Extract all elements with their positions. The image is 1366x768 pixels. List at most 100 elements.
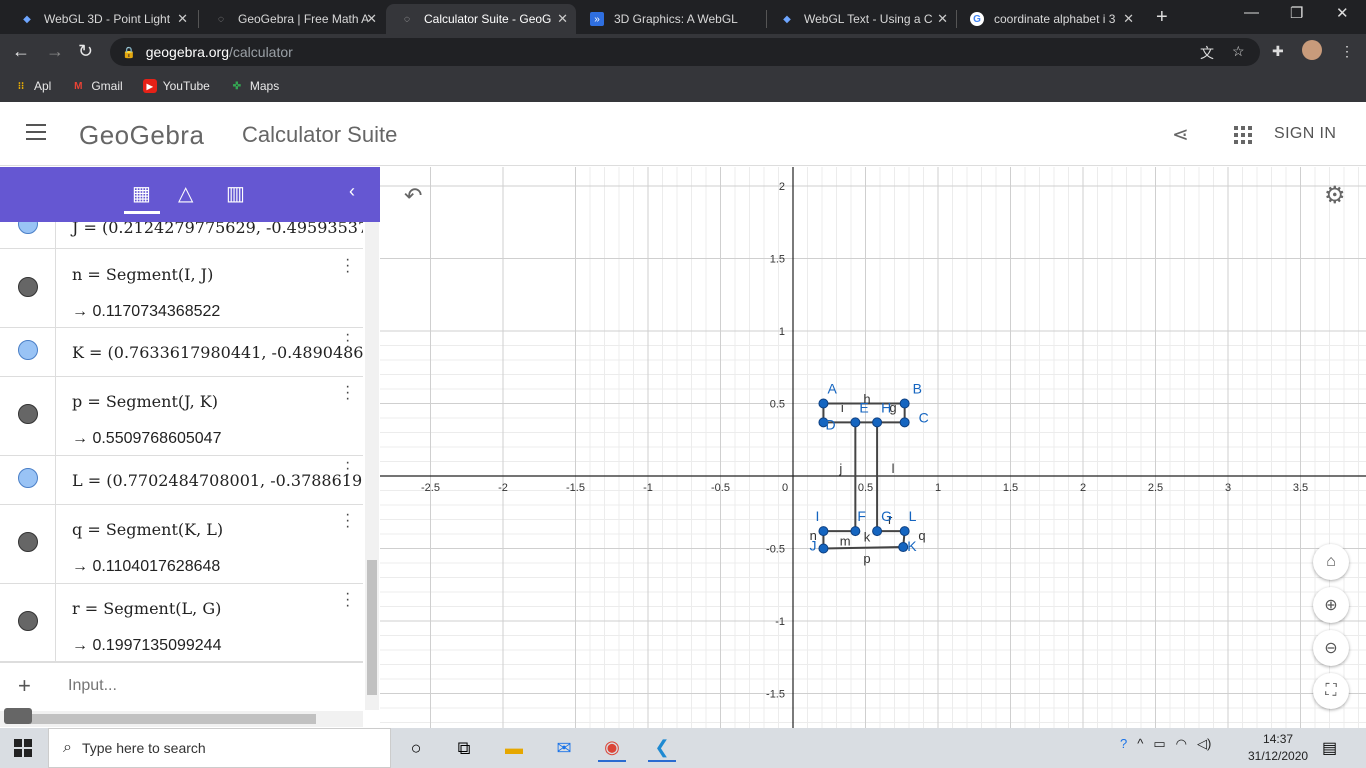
- algebra-horizontal-scrollbar[interactable]: [0, 711, 363, 727]
- visibility-toggle[interactable]: [18, 611, 38, 631]
- algebra-row[interactable]: L = (0.7702484708001, -0.3788619355 · · ·: [0, 455, 363, 505]
- collapse-panel-chevron-icon[interactable]: ‹: [349, 181, 355, 202]
- y-tick-label: 2: [779, 181, 785, 193]
- chrome-menu-icon[interactable]: ⋮: [1340, 43, 1354, 60]
- tools-tab-icon[interactable]: △: [178, 181, 193, 206]
- algebra-row[interactable]: q = Segment(K, L) → 0.1104017628648 · · ·: [0, 505, 363, 584]
- battery-icon[interactable]: ▭: [1153, 736, 1165, 752]
- wifi-icon[interactable]: ◠: [1176, 736, 1187, 752]
- bookmark-youtube[interactable]: ▶ YouTube: [142, 79, 210, 93]
- extensions-puzzle-icon[interactable]: ✚: [1272, 43, 1284, 60]
- browser-tab[interactable]: ◆ WebGL 3D - Point Light ✕: [6, 4, 196, 34]
- graphics-view[interactable]: -2.5 -2 -1.5 -1 -0.5 0 0.5 1 1.5 2 2.5 3 3.5 2 1.5 1 0.5…: [380, 167, 1366, 728]
- close-tab-icon[interactable]: ✕: [557, 11, 568, 27]
- visibility-toggle[interactable]: [18, 277, 38, 297]
- algebra-row-partial[interactable]: J = (0.2124279775629, -0.4959353723: [0, 222, 363, 249]
- taskbar-clock[interactable]: 14:37 31/12/2020: [1248, 731, 1308, 765]
- task-view-icon[interactable]: ⧉: [450, 734, 478, 762]
- algebra-definition[interactable]: K = (0.7633617980441, -0.4890486996: [72, 343, 363, 362]
- forward-arrow-icon[interactable]: →: [46, 41, 64, 62]
- translate-icon[interactable]: 文: [1200, 43, 1214, 63]
- address-bar[interactable]: 🔒 geogebra.org/calculator: [110, 38, 1260, 66]
- algebra-definition[interactable]: n = Segment(I, J): [72, 265, 213, 284]
- algebra-definition[interactable]: q = Segment(K, L): [72, 520, 223, 539]
- back-arrow-icon[interactable]: ←: [12, 41, 30, 62]
- algebra-definition[interactable]: J = (0.2124279775629, -0.4959353723: [72, 222, 363, 237]
- keyboard-icon[interactable]: [4, 708, 32, 724]
- volume-icon[interactable]: ◁): [1197, 736, 1211, 752]
- add-icon[interactable]: +: [18, 673, 31, 699]
- visibility-toggle[interactable]: [18, 468, 38, 488]
- vscode-icon[interactable]: ❮: [648, 734, 676, 762]
- row-menu-icon[interactable]: · · ·: [345, 455, 350, 483]
- calculator-tab-icon[interactable]: ▦: [132, 181, 151, 206]
- bookmark-gmail[interactable]: M Gmail: [71, 79, 123, 93]
- fullscreen-icon[interactable]: ⛶: [1313, 673, 1349, 709]
- profile-avatar[interactable]: [1302, 40, 1322, 60]
- row-menu-icon[interactable]: · · ·: [345, 507, 350, 535]
- browser-tab[interactable]: ◌ GeoGebra | Free Math A ✕: [200, 4, 385, 34]
- algebra-definition[interactable]: r = Segment(L, G): [72, 599, 221, 618]
- point-label: K: [907, 538, 917, 554]
- zoom-in-icon[interactable]: ⊕: [1313, 587, 1349, 623]
- bookmark-apl[interactable]: ⁝⁝ Apl: [14, 79, 52, 93]
- browser-tab[interactable]: » 3D Graphics: A WebGL: [576, 4, 766, 34]
- visibility-toggle[interactable]: [18, 532, 38, 552]
- algebra-vertical-scrollbar[interactable]: [365, 222, 379, 710]
- browser-tab-strip: ◆ WebGL 3D - Point Light ✕ ◌ GeoGebra | …: [0, 0, 1366, 34]
- algebra-row[interactable]: n = Segment(I, J) → 0.1170734368522 · · ·: [0, 249, 363, 328]
- close-window-button[interactable]: ✕: [1336, 4, 1349, 22]
- help-icon[interactable]: ?: [1120, 736, 1127, 752]
- row-menu-icon[interactable]: · · ·: [345, 586, 350, 614]
- browser-toolbar: ← → ↻ 🔒 geogebra.org/calculator 文 ☆ ✚ ⋮: [0, 34, 1366, 70]
- reload-icon[interactable]: ↻: [78, 41, 93, 62]
- mail-icon[interactable]: ✉: [550, 734, 578, 762]
- hamburger-menu-icon[interactable]: [26, 124, 46, 142]
- algebra-definition[interactable]: p = Segment(J, K): [72, 392, 218, 411]
- notification-center-icon[interactable]: ▤: [1322, 738, 1337, 758]
- row-menu-icon[interactable]: · · ·: [345, 252, 350, 280]
- minimize-window-button[interactable]: —: [1244, 4, 1259, 21]
- algebra-input[interactable]: [68, 677, 348, 695]
- graphics-canvas[interactable]: -2.5 -2 -1.5 -1 -0.5 0 0.5 1 1.5 2 2.5 3 3.5 2 1.5 1 0.5…: [380, 167, 1366, 728]
- algebra-definition[interactable]: L = (0.7702484708001, -0.3788619355: [72, 471, 363, 490]
- row-menu-icon[interactable]: · · ·: [345, 379, 350, 407]
- algebra-row[interactable]: r = Segment(L, G) → 0.1997135099244 · · ·: [0, 584, 363, 662]
- zoom-out-icon[interactable]: ⊖: [1313, 630, 1349, 666]
- chrome-icon[interactable]: ◉: [598, 734, 626, 762]
- close-tab-icon[interactable]: ✕: [1123, 11, 1134, 27]
- algebra-value: → 0.1104017628648: [72, 558, 221, 575]
- visibility-toggle[interactable]: [18, 340, 38, 360]
- cortana-icon[interactable]: ○: [402, 734, 430, 762]
- close-tab-icon[interactable]: ✕: [177, 11, 188, 27]
- chevron-up-icon[interactable]: ^: [1137, 736, 1143, 752]
- algebra-row[interactable]: p = Segment(J, K) → 0.5509768605047 · · ·: [0, 377, 363, 456]
- table-tab-icon[interactable]: ▥: [226, 181, 245, 206]
- point-marker: [818, 526, 829, 537]
- system-tray: ? ^ ▭ ◠ ◁): [1120, 736, 1211, 752]
- new-tab-button[interactable]: +: [1156, 6, 1168, 29]
- bookmark-maps[interactable]: ✜ Maps: [230, 79, 280, 93]
- x-tick-label: -1.5: [566, 482, 585, 494]
- browser-tab[interactable]: G coordinate alphabet i 3 ✕: [956, 4, 1142, 34]
- undo-icon[interactable]: ↶: [404, 183, 422, 209]
- close-tab-icon[interactable]: ✕: [937, 11, 948, 27]
- restore-window-button[interactable]: ❐: [1290, 4, 1303, 22]
- close-tab-icon[interactable]: ✕: [366, 11, 377, 27]
- share-icon[interactable]: ⋖: [1172, 122, 1189, 147]
- apps-grid-icon[interactable]: [1234, 126, 1252, 144]
- browser-tab[interactable]: ◆ WebGL Text - Using a C ✕: [766, 4, 956, 34]
- windows-start-icon[interactable]: [14, 739, 32, 757]
- file-explorer-icon[interactable]: ▬: [500, 734, 528, 762]
- home-icon[interactable]: ⌂: [1313, 544, 1349, 580]
- sign-in-button[interactable]: SIGN IN: [1274, 125, 1336, 143]
- x-tick-label: 1: [935, 482, 941, 494]
- row-menu-icon[interactable]: · · ·: [345, 327, 350, 355]
- bookmark-star-icon[interactable]: ☆: [1232, 43, 1245, 60]
- taskbar-search-box[interactable]: ⌕ Type here to search: [48, 728, 391, 768]
- geogebra-logo[interactable]: GeoGebra: [79, 120, 204, 151]
- algebra-row[interactable]: K = (0.7633617980441, -0.4890486996 · · ·: [0, 327, 363, 377]
- gear-icon[interactable]: ⚙: [1324, 181, 1346, 210]
- visibility-toggle[interactable]: [18, 404, 38, 424]
- browser-tab-active[interactable]: ◌ Calculator Suite - GeoG ✕: [386, 4, 576, 34]
